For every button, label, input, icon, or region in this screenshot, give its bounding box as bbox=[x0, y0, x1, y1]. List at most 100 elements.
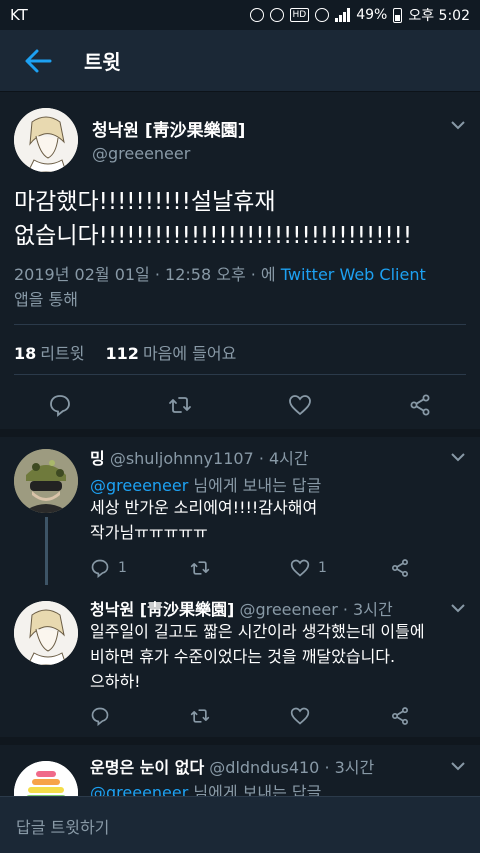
heart-icon bbox=[290, 707, 310, 725]
reply-header: 밍 @shuljohnny1107 · 4시간 bbox=[90, 445, 309, 469]
retweet-action[interactable] bbox=[190, 557, 210, 579]
divider bbox=[14, 374, 466, 375]
carrier-label: KT bbox=[10, 6, 28, 24]
share-icon[interactable] bbox=[408, 393, 432, 417]
alarm-icon bbox=[269, 8, 284, 22]
share-action[interactable] bbox=[390, 557, 410, 579]
avatar[interactable] bbox=[14, 108, 78, 172]
share-icon bbox=[392, 707, 408, 725]
share-action[interactable] bbox=[390, 705, 410, 727]
app-bar: 트윗 bbox=[0, 30, 480, 92]
reply-text-line: 으하하! bbox=[90, 672, 141, 691]
reply-composer[interactable]: 답글 트윗하기 bbox=[0, 796, 480, 853]
reply-tweet[interactable]: 밍 @shuljohnny1107 · 4시간 @greeeneer 님에게 보… bbox=[0, 437, 480, 585]
hd-icon: HD bbox=[289, 8, 310, 22]
avatar[interactable] bbox=[14, 449, 78, 513]
status-bar: KT HD 49% 오후 5:02 bbox=[0, 0, 480, 30]
retweet-action[interactable] bbox=[190, 705, 210, 727]
likes-count: 112 bbox=[105, 344, 139, 363]
reply-header: 운명은 눈이 없다 @dldndus410 · 3시간 bbox=[90, 754, 374, 778]
clock: 오후 5:02 bbox=[408, 8, 470, 24]
tweet-text-line: 없습니다!!!!!!!!!!!!!!!!!!!!!!!!!!!!!!!!!! bbox=[14, 223, 413, 249]
reply-icon bbox=[91, 707, 109, 726]
reply-text-line: 비하면 휴가 수준이었다는 것을 깨달았습니다. bbox=[90, 647, 396, 666]
mention-link[interactable]: @greeeneer bbox=[90, 783, 188, 796]
reply-input[interactable]: 답글 트윗하기 bbox=[16, 814, 109, 838]
reply-text-line: 작가님ㅠㅠㅠㅠㅠ bbox=[90, 523, 208, 542]
reply-author-handle[interactable]: @greeeneer bbox=[239, 600, 337, 619]
mention-link[interactable]: @greeeneer bbox=[90, 476, 188, 495]
wifi-icon bbox=[315, 8, 330, 22]
reply-action[interactable]: 1 bbox=[90, 557, 127, 579]
like-action[interactable]: 1 bbox=[290, 557, 327, 579]
status-icons: HD 49% 오후 5:02 bbox=[249, 5, 470, 25]
reply-icon bbox=[91, 559, 109, 578]
back-button[interactable] bbox=[0, 30, 76, 92]
replying-to: @greeeneer 님에게 보내는 답글 bbox=[90, 779, 321, 796]
reply-actions: 1 1 bbox=[90, 557, 430, 581]
reply-count: 1 bbox=[118, 560, 127, 576]
reply-header: 청낙원 [靑沙果樂園] @greeeneer · 3시간 bbox=[90, 596, 393, 620]
replying-to-suffix: 님에게 보내는 답글 bbox=[188, 476, 322, 495]
chevron-down-icon[interactable] bbox=[450, 117, 466, 133]
author-handle[interactable]: @greeeneer bbox=[92, 144, 190, 163]
section-separator bbox=[0, 429, 480, 437]
replying-to-suffix: 님에게 보내는 답글 bbox=[188, 783, 322, 796]
like-action[interactable] bbox=[290, 705, 310, 727]
likes-label: 마음에 들어요 bbox=[142, 344, 237, 363]
reply-text-line: 세상 반가운 소리에여!!!!감사해여 bbox=[90, 498, 318, 517]
reply-action[interactable] bbox=[90, 705, 110, 727]
tweet-actions bbox=[0, 385, 480, 425]
main-tweet: 청낙원 [靑沙果樂園] @greeeneer 마감했다!!!!!!!!!!설날휴… bbox=[0, 92, 480, 437]
reply-text: 세상 반가운 소리에여!!!!감사해여 작가님ㅠㅠㅠㅠㅠ bbox=[90, 495, 466, 545]
tweet-meta: 2019년 02월 01일 · 12:58 오후 · 에 Twitter Web… bbox=[14, 262, 466, 312]
reply-icon[interactable] bbox=[48, 393, 72, 417]
reply-author-name[interactable]: 청낙원 [靑沙果樂園] bbox=[90, 600, 234, 619]
heart-icon[interactable] bbox=[288, 393, 312, 417]
retweets-label: 리트윗 bbox=[40, 344, 85, 363]
avatar[interactable] bbox=[14, 601, 78, 665]
reply-tweet[interactable]: 운명은 눈이 없다 @dldndus410 · 3시간 @greeeneer 님… bbox=[0, 745, 480, 796]
battery-icon bbox=[393, 7, 403, 23]
retweet-icon[interactable] bbox=[168, 393, 192, 417]
mute-icon bbox=[249, 8, 264, 22]
back-arrow-icon bbox=[25, 49, 52, 72]
reply-author-handle[interactable]: @shuljohnny1107 bbox=[110, 449, 254, 468]
share-icon bbox=[392, 559, 408, 577]
reply-time: · 4시간 bbox=[258, 449, 309, 468]
tweet-text-line: 마감했다!!!!!!!!!!설날휴재 bbox=[14, 189, 276, 215]
reply-tweet[interactable]: 청낙원 [靑沙果樂園] @greeeneer · 3시간 일주일이 길고도 짧은… bbox=[0, 585, 480, 737]
likes-stat[interactable]: 112 마음에 들어요 bbox=[106, 344, 237, 363]
retweets-stat[interactable]: 18 리트윗 bbox=[14, 344, 100, 363]
retweets-count: 18 bbox=[14, 344, 37, 363]
retweet-icon bbox=[190, 561, 210, 575]
battery-percent: 49% bbox=[356, 7, 388, 23]
tweet-text: 마감했다!!!!!!!!!!설날휴재 없습니다!!!!!!!!!!!!!!!!!… bbox=[14, 185, 466, 253]
reply-actions bbox=[90, 705, 430, 729]
tweet-date: 2019년 02월 01일 · 12:58 오후 · 에 bbox=[14, 265, 281, 284]
avatar[interactable] bbox=[14, 761, 78, 796]
chevron-down-icon[interactable] bbox=[450, 758, 466, 774]
reply-text: 일주일이 길고도 짧은 시간이라 생각했는데 이틀에 비하면 휴가 수준이었다는… bbox=[90, 619, 466, 694]
reply-text-line: 일주일이 길고도 짧은 시간이라 생각했는데 이틀에 bbox=[90, 622, 425, 641]
chevron-down-icon[interactable] bbox=[450, 600, 466, 616]
signal-icon bbox=[335, 8, 351, 22]
tweet-stats: 18 리트윗 112 마음에 들어요 bbox=[14, 340, 236, 364]
reply-time: · 3시간 bbox=[342, 600, 393, 619]
reply-author-name[interactable]: 운명은 눈이 없다 bbox=[90, 758, 204, 777]
thread-line bbox=[45, 517, 48, 585]
author-name[interactable]: 청낙원 [靑沙果樂園] bbox=[92, 116, 245, 141]
tweet-detail: 청낙원 [靑沙果樂園] @greeeneer 마감했다!!!!!!!!!!설날휴… bbox=[0, 92, 480, 796]
like-count: 1 bbox=[318, 560, 327, 576]
reply-author-name[interactable]: 밍 bbox=[90, 449, 105, 468]
section-separator bbox=[0, 737, 480, 745]
replying-to: @greeeneer 님에게 보내는 답글 bbox=[90, 472, 321, 496]
divider bbox=[14, 324, 466, 325]
heart-icon bbox=[290, 559, 310, 577]
client-link[interactable]: Twitter Web Client bbox=[281, 265, 426, 284]
chevron-down-icon[interactable] bbox=[450, 449, 466, 465]
meta-suffix: 앱을 통해 bbox=[14, 290, 78, 309]
retweet-icon bbox=[190, 709, 210, 723]
reply-author-handle[interactable]: @dldndus410 bbox=[209, 758, 319, 777]
reply-time: · 3시간 bbox=[324, 758, 375, 777]
